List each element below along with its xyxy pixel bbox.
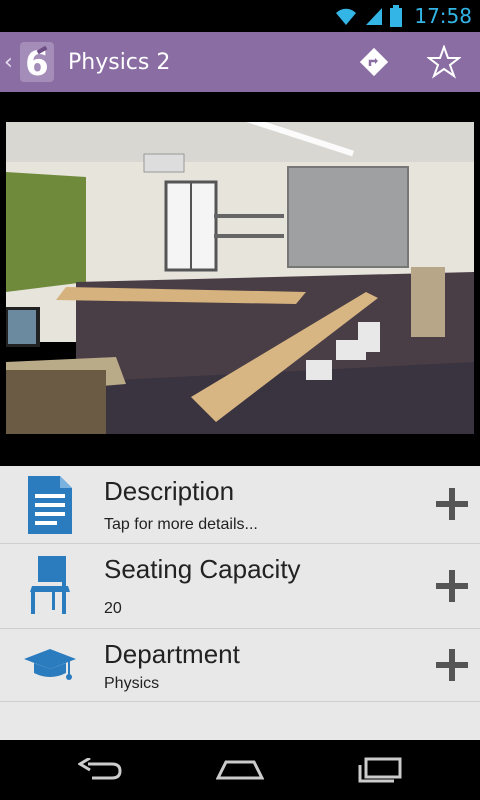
star-outline-icon [427, 45, 461, 79]
description-subtitle: Tap for more details... [104, 516, 258, 533]
home-icon [216, 760, 264, 780]
home-button[interactable] [210, 750, 270, 790]
seating-capacity-value: 20 [104, 600, 122, 617]
page-title: Physics 2 [68, 49, 171, 75]
expand-plus-icon[interactable] [434, 486, 470, 522]
description-title: Description [104, 476, 235, 506]
classroom-photo[interactable] [6, 122, 474, 434]
directions-button[interactable] [344, 32, 404, 92]
directions-icon [360, 48, 388, 76]
recents-icon [358, 757, 402, 783]
graduation-cap-icon [24, 649, 76, 680]
recents-button[interactable] [350, 750, 410, 790]
battery-icon [390, 5, 403, 27]
department-title: Department [104, 639, 240, 669]
chair-icon [30, 556, 70, 614]
list-item-seating-capacity[interactable]: Seating Capacity 20 [0, 544, 480, 629]
expand-plus-icon[interactable] [434, 647, 470, 683]
favorite-button[interactable] [414, 32, 474, 92]
status-bar: 17:58 [0, 0, 480, 32]
signal-icon [366, 8, 383, 25]
expand-plus-icon[interactable] [434, 568, 470, 604]
list-item-department[interactable]: Department Physics [0, 629, 480, 702]
department-value: Physics [104, 675, 160, 692]
details-list: Description Tap for more details... Seat… [0, 466, 480, 740]
app-logo-icon[interactable]: 6 [18, 40, 56, 84]
document-icon [28, 476, 72, 534]
seating-capacity-title: Seating Capacity [104, 554, 301, 584]
navigation-bar [0, 740, 480, 800]
action-bar: ‹ 6 Physics 2 [0, 32, 480, 92]
status-icons: 17:58 [334, 0, 472, 32]
up-caret-icon[interactable]: ‹ [4, 50, 14, 75]
wifi-icon [336, 8, 357, 26]
back-button[interactable] [70, 750, 130, 790]
status-clock: 17:58 [414, 4, 472, 28]
list-item-description[interactable]: Description Tap for more details... [0, 466, 480, 544]
back-icon [78, 758, 122, 780]
content-area [0, 92, 480, 466]
